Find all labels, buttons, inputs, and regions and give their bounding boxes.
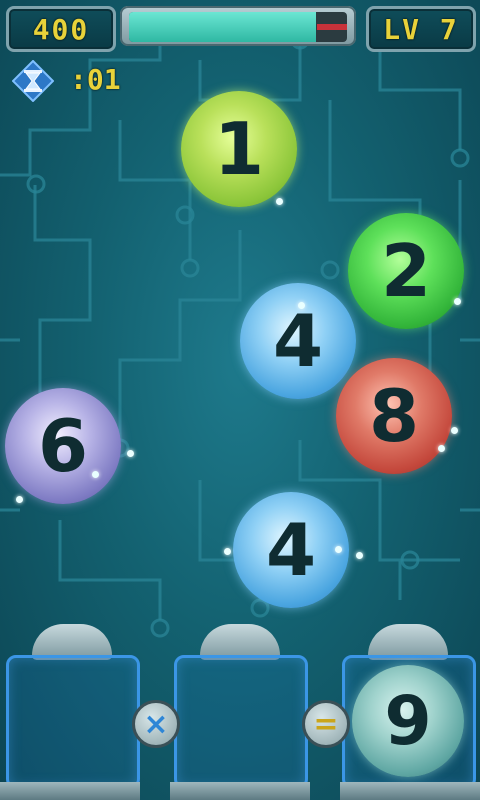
- sparkle: [127, 450, 134, 457]
- bubble-number: 8: [368, 374, 420, 458]
- number-bubble-8[interactable]: 8: [336, 358, 452, 474]
- multiply-icon: ×: [143, 706, 169, 742]
- bubble-number: 1: [213, 107, 265, 191]
- number-bubble-4-upper[interactable]: 4: [240, 283, 356, 399]
- bubble-number: 2: [380, 229, 432, 313]
- result-number: 9: [384, 681, 432, 761]
- number-bubble-6[interactable]: 6: [5, 388, 121, 504]
- sparkle: [276, 198, 283, 205]
- result-slot: 9: [342, 655, 476, 789]
- sparkle: [298, 302, 305, 309]
- bubble-number: 6: [37, 404, 89, 488]
- slot-base-right: [340, 782, 480, 800]
- operand-slot-left[interactable]: [6, 655, 140, 789]
- sparkle: [335, 546, 342, 553]
- sparkle: [16, 496, 23, 503]
- sparkle: [356, 552, 363, 559]
- level-display: LV 7: [366, 6, 476, 52]
- progress-fill: [129, 12, 317, 42]
- score-display: 400: [6, 6, 116, 52]
- progress-track: [129, 12, 347, 42]
- sparkle: [92, 471, 99, 478]
- progress-warning-mark: [317, 24, 347, 30]
- equals-icon: =: [313, 706, 339, 742]
- hourglass-icon: [12, 60, 54, 102]
- sparkle: [438, 445, 445, 452]
- bubble-number: 4: [265, 508, 317, 592]
- result-bubble: 9: [352, 665, 464, 777]
- sparkle: [454, 298, 461, 305]
- timer-text: :01: [70, 63, 121, 96]
- sparkle: [224, 548, 231, 555]
- slot-base-left: [0, 782, 140, 800]
- sparkle: [451, 427, 458, 434]
- number-bubble-1[interactable]: 1: [181, 91, 297, 207]
- number-bubble-4-lower[interactable]: 4: [233, 492, 349, 608]
- equals-operator: =: [302, 700, 350, 748]
- number-bubble-2[interactable]: 2: [348, 213, 464, 329]
- multiply-operator: ×: [132, 700, 180, 748]
- slot-base-middle: [170, 782, 310, 800]
- bubble-number: 4: [272, 299, 324, 383]
- operand-slot-right[interactable]: [174, 655, 308, 789]
- time-progress-bar: [120, 6, 356, 46]
